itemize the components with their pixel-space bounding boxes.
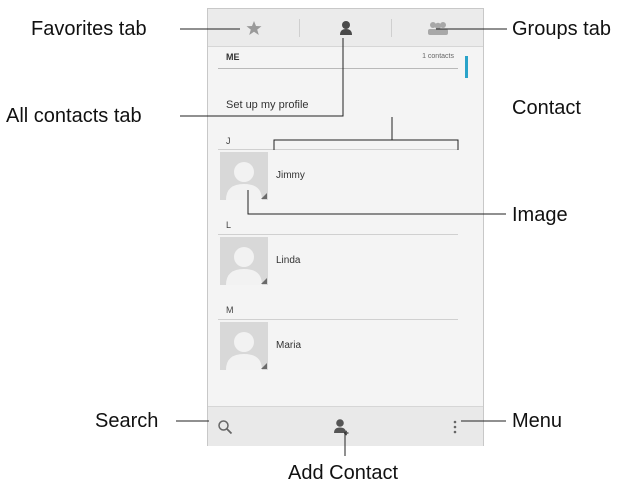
callout-image: Image (512, 204, 568, 226)
callout-add-contact: Add Contact (288, 462, 399, 484)
callout-contact: Contact (512, 97, 581, 119)
callout-all-contacts-tab: All contacts tab (6, 105, 142, 127)
callout-menu: Menu (512, 410, 563, 432)
callout-groups-tab: Groups tab (512, 18, 611, 40)
callout-search: Search (95, 410, 159, 432)
callout-favorites-tab: Favorites tab (31, 18, 147, 40)
